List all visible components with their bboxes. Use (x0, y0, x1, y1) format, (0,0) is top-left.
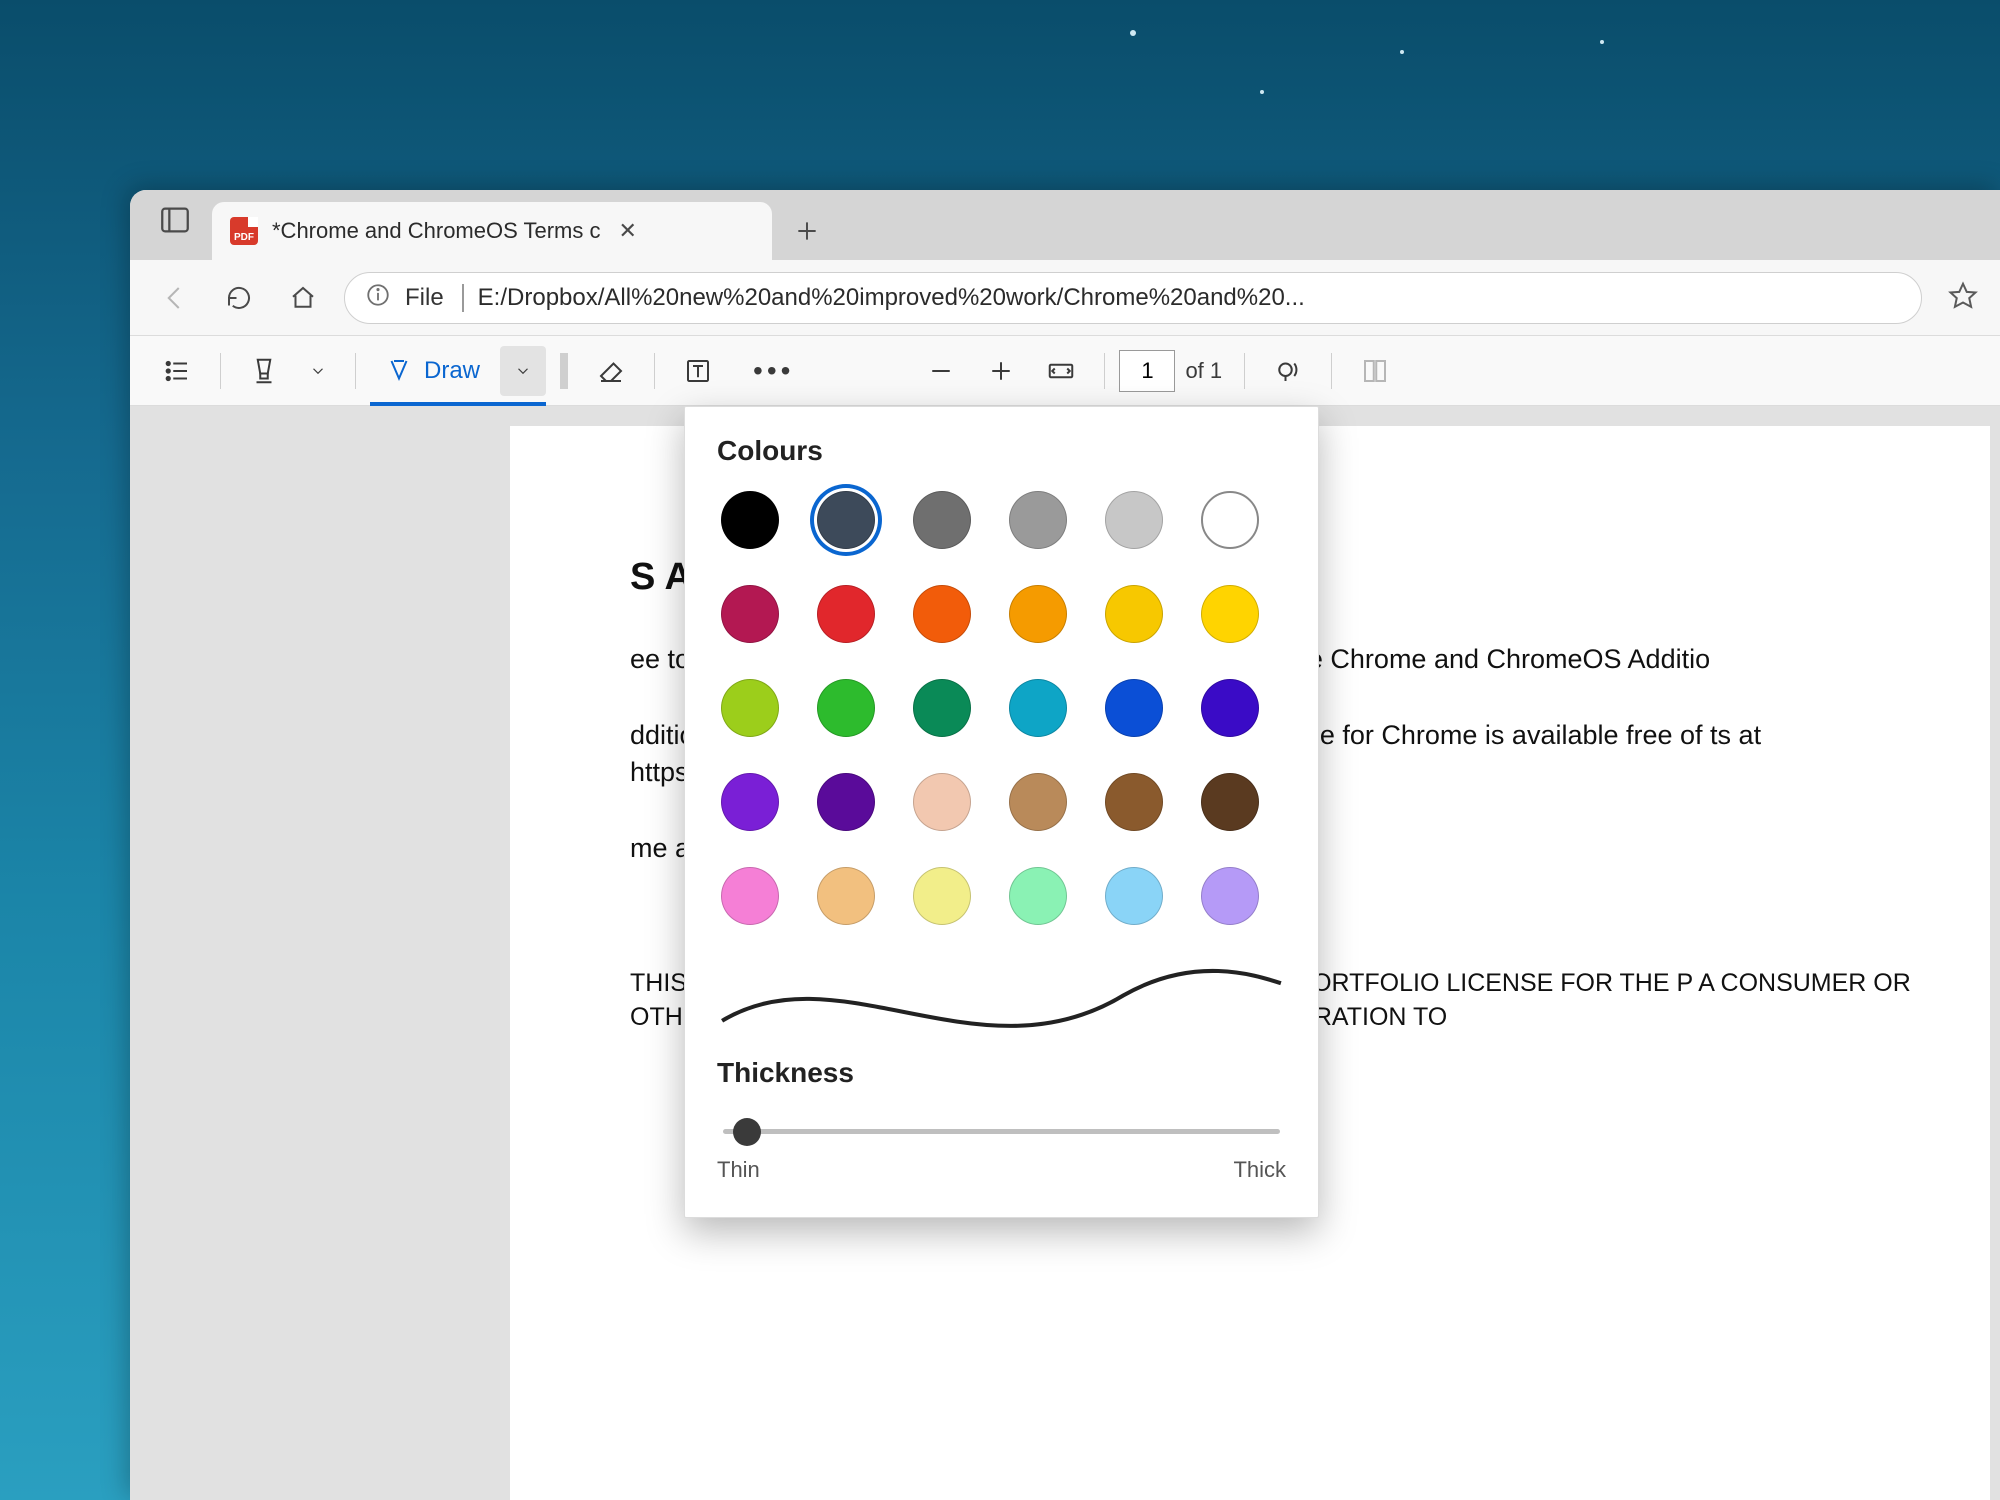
separator (654, 353, 655, 389)
pdf-file-icon: PDF (230, 217, 258, 245)
new-tab-button[interactable] (772, 202, 842, 260)
colour-swatch[interactable] (1009, 679, 1067, 737)
url-scheme: File (405, 284, 464, 312)
separator (220, 353, 221, 389)
colour-swatch[interactable] (721, 491, 779, 549)
colour-swatch[interactable] (913, 491, 971, 549)
zoom-in-button[interactable] (972, 346, 1030, 396)
colours-heading: Colours (717, 435, 1286, 467)
contents-button[interactable] (148, 346, 206, 396)
fit-width-button[interactable] (1032, 346, 1090, 396)
highlight-button[interactable] (235, 346, 293, 396)
colour-swatch[interactable] (913, 773, 971, 831)
colour-swatch[interactable] (1105, 585, 1163, 643)
read-aloud-button[interactable] (1259, 346, 1317, 396)
colour-swatch-grid (717, 487, 1286, 945)
dots-icon: ••• (743, 355, 804, 387)
draw-options-popover: Colours Thickness Thin Thick (684, 406, 1319, 1218)
draw-dropdown-button[interactable] (500, 346, 546, 396)
colour-swatch[interactable] (817, 585, 875, 643)
thickness-slider[interactable] (717, 1109, 1286, 1151)
colour-swatch[interactable] (1201, 867, 1259, 925)
separator (355, 353, 356, 389)
colour-swatch[interactable] (913, 585, 971, 643)
thickness-heading: Thickness (717, 1057, 1286, 1089)
pdf-toolbar: Draw ••• of 1 (130, 336, 2000, 406)
tab-bar: PDF *Chrome and ChromeOS Terms c ✕ (130, 190, 2000, 260)
colour-swatch[interactable] (913, 679, 971, 737)
colour-swatch[interactable] (1009, 491, 1067, 549)
url-path: E:/Dropbox/All%20new%20and%20improved%20… (478, 284, 1305, 312)
colour-swatch[interactable] (817, 679, 875, 737)
home-button[interactable] (280, 275, 326, 321)
erase-button[interactable] (582, 346, 640, 396)
colour-swatch[interactable] (721, 585, 779, 643)
colour-swatch[interactable] (721, 679, 779, 737)
back-button[interactable] (152, 275, 198, 321)
colour-swatch[interactable] (1201, 491, 1259, 549)
favorite-button[interactable] (1948, 280, 1978, 315)
colour-swatch[interactable] (1009, 773, 1067, 831)
more-tools-button[interactable]: ••• (729, 346, 818, 396)
page-view-button[interactable] (1346, 346, 1404, 396)
separator (1331, 353, 1332, 389)
colour-swatch[interactable] (1105, 773, 1163, 831)
draw-tool-group: Draw (370, 336, 546, 405)
colour-swatch[interactable] (817, 491, 875, 549)
separator (1104, 353, 1105, 389)
stroke-preview (717, 963, 1286, 1043)
browser-window: PDF *Chrome and ChromeOS Terms c ✕ File … (130, 190, 2000, 1500)
address-bar: File E:/Dropbox/All%20new%20and%20improv… (130, 260, 2000, 336)
colour-swatch[interactable] (913, 867, 971, 925)
colour-swatch[interactable] (1105, 867, 1163, 925)
refresh-button[interactable] (216, 275, 262, 321)
tab-title: *Chrome and ChromeOS Terms c (272, 218, 601, 244)
separator (1244, 353, 1245, 389)
colour-swatch[interactable] (1105, 491, 1163, 549)
url-box[interactable]: File E:/Dropbox/All%20new%20and%20improv… (344, 272, 1922, 324)
colour-swatch[interactable] (1201, 585, 1259, 643)
page-number-input[interactable] (1119, 350, 1175, 392)
thin-label: Thin (717, 1157, 760, 1183)
page-total-label: of 1 (1177, 358, 1230, 384)
draw-label: Draw (424, 357, 480, 385)
browser-tab[interactable]: PDF *Chrome and ChromeOS Terms c ✕ (212, 202, 772, 260)
draw-button[interactable]: Draw (370, 346, 500, 396)
slider-thumb[interactable] (733, 1118, 761, 1146)
colour-swatch[interactable] (1009, 867, 1067, 925)
zoom-out-button[interactable] (912, 346, 970, 396)
colour-swatch[interactable] (1201, 679, 1259, 737)
colour-swatch[interactable] (1009, 585, 1067, 643)
thick-label: Thick (1233, 1157, 1286, 1183)
colour-swatch[interactable] (721, 867, 779, 925)
site-info-icon[interactable] (365, 282, 391, 313)
colour-swatch[interactable] (721, 773, 779, 831)
colour-swatch[interactable] (817, 867, 875, 925)
close-tab-icon[interactable]: ✕ (619, 218, 637, 244)
colour-swatch[interactable] (1201, 773, 1259, 831)
tab-actions-button[interactable] (146, 190, 212, 260)
colour-swatch[interactable] (817, 773, 875, 831)
add-text-button[interactable] (669, 346, 727, 396)
colour-swatch[interactable] (1105, 679, 1163, 737)
highlight-dropdown[interactable] (295, 346, 341, 396)
